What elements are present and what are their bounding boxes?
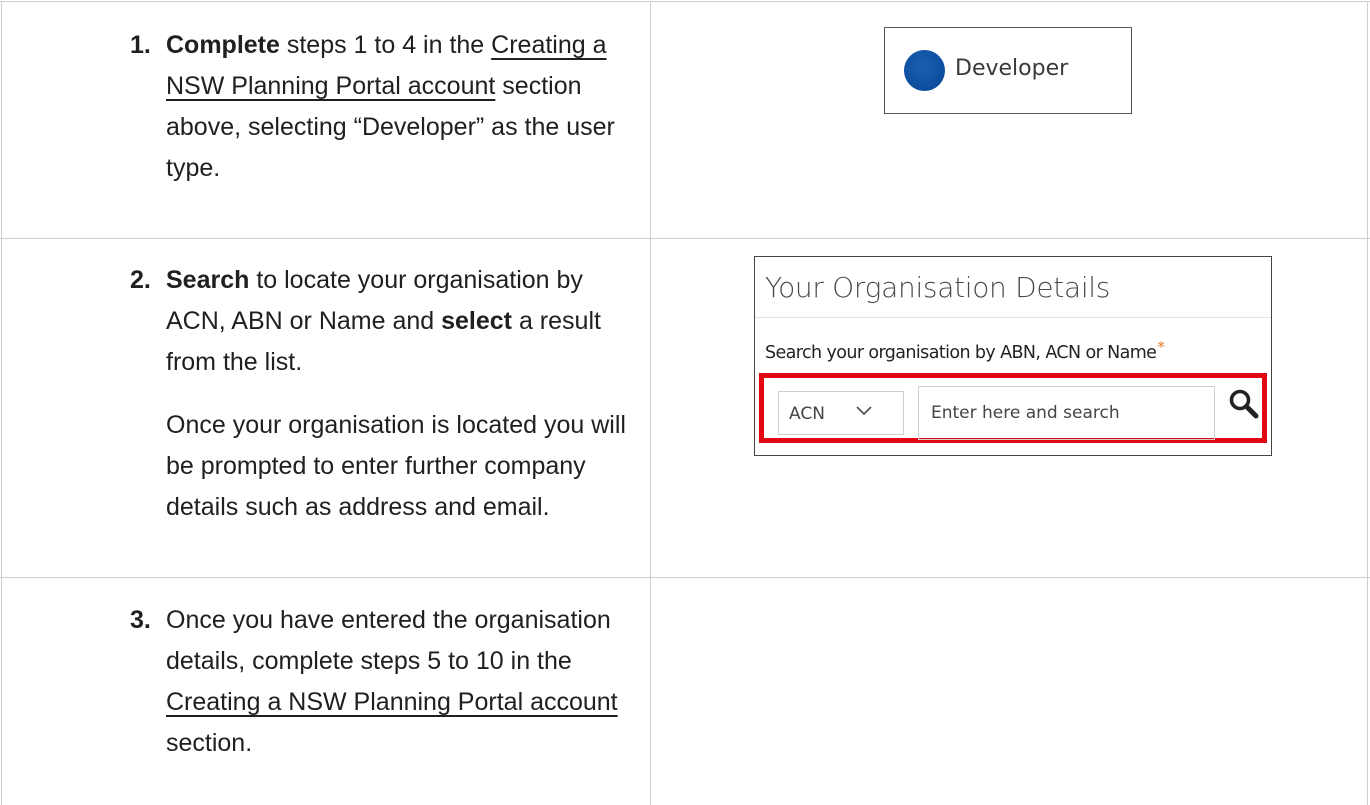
organisation-search-input[interactable]: Enter here and search xyxy=(918,386,1215,440)
developer-option-screenshot: Developer xyxy=(884,27,1132,114)
organisation-details-title: Your Organisation Details xyxy=(765,271,1111,304)
search-type-select[interactable]: ACN xyxy=(778,391,904,435)
search-type-value: ACN xyxy=(789,404,825,424)
row-divider xyxy=(0,238,1370,239)
organisation-search-prompt: Search your organisation by ABN, ACN or … xyxy=(765,338,1165,363)
step-1-text-a: steps 1 to 4 in the xyxy=(279,31,492,59)
table-border-left xyxy=(1,1,2,805)
prompt-text: Search your organisation by ABN, ACN or … xyxy=(765,343,1157,363)
step-1-number: 1. xyxy=(130,31,151,59)
required-asterisk: * xyxy=(1157,338,1165,356)
step-3-text-b: section. xyxy=(166,729,253,757)
search-placeholder: Enter here and search xyxy=(931,403,1120,423)
table-border-right xyxy=(1367,1,1368,805)
search-highlight-frame: ACN Enter here and search xyxy=(759,373,1267,443)
column-divider xyxy=(650,1,651,805)
step-2-number: 2. xyxy=(130,266,151,294)
search-icon[interactable] xyxy=(1228,388,1260,420)
radio-selected-icon xyxy=(904,50,945,91)
step-2-paragraph-1: Search to locate your organisation by AC… xyxy=(166,260,636,383)
developer-option-label: Developer xyxy=(955,56,1069,81)
step-3-number: 3. xyxy=(130,606,151,634)
step-3-text: 3. Once you have entered the organisatio… xyxy=(130,600,636,764)
table-border-top xyxy=(0,1,1370,2)
step-2-action: Search xyxy=(166,266,250,294)
step-1-text: 1. Complete steps 1 to 4 in the Creating… xyxy=(130,25,636,189)
creating-account-link[interactable]: Creating a NSW Planning Portal account xyxy=(166,688,618,716)
step-3-text-a: Once you have entered the organisation d… xyxy=(166,606,611,675)
organisation-details-screenshot: Your Organisation Details Search your or… xyxy=(754,256,1272,456)
step-1-action: Complete xyxy=(166,31,280,59)
step-2-paragraph-2: Once your organisation is located you wi… xyxy=(166,411,626,521)
step-2-action-2: select xyxy=(441,307,513,335)
step-2-text: 2. Search to locate your organisation by… xyxy=(130,260,636,528)
title-divider xyxy=(755,317,1271,318)
row-divider xyxy=(0,577,1370,578)
chevron-down-icon xyxy=(856,406,872,416)
